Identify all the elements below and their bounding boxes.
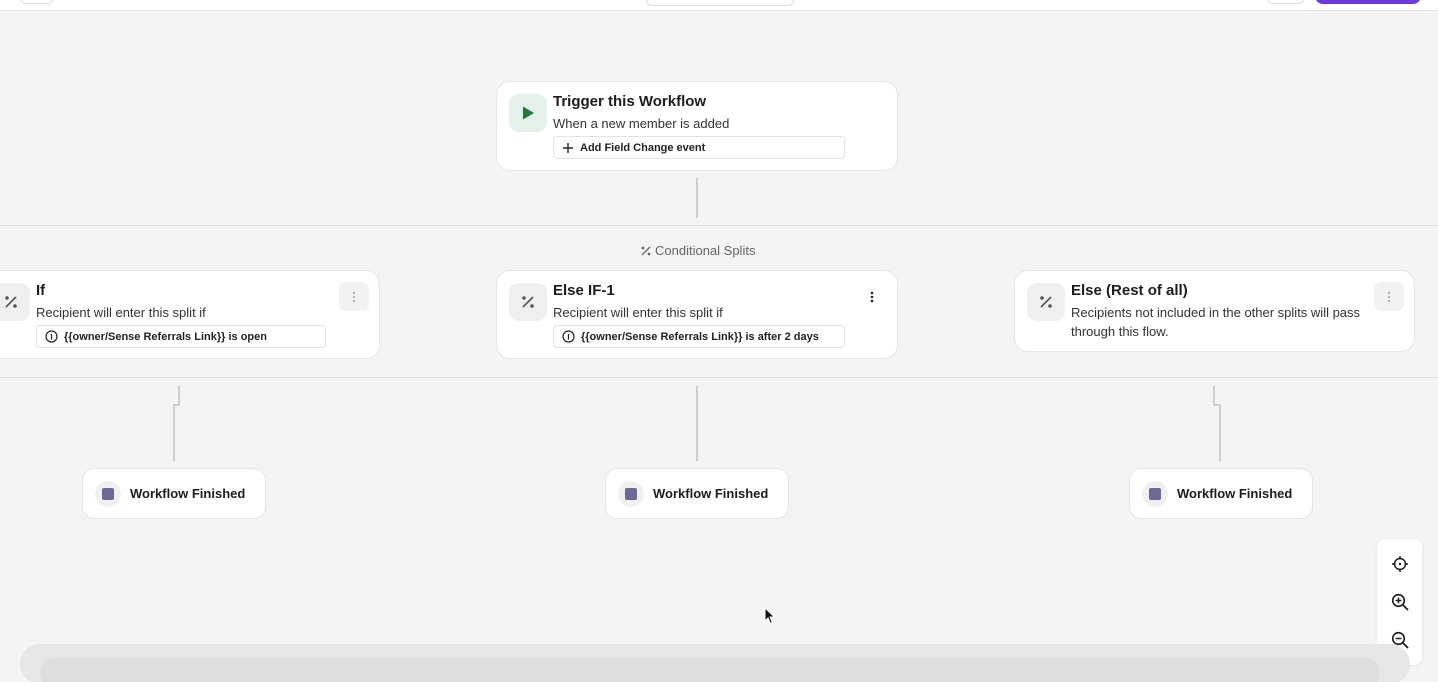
connector-line	[1219, 404, 1221, 461]
mouse-cursor-icon	[764, 606, 776, 630]
connector-line	[178, 386, 180, 405]
if-split-card[interactable]: If Recipient will enter this split if {{…	[0, 270, 380, 359]
recenter-icon[interactable]	[1386, 550, 1413, 577]
else-split-card[interactable]: Else (Rest of all) Recipients not includ…	[1014, 270, 1415, 352]
workflow-finished-node-right[interactable]: Workflow Finished	[1129, 468, 1313, 519]
trigger-subtitle: When a new member is added	[553, 116, 730, 131]
bottom-panel-edge-inner	[40, 658, 1380, 682]
splits-band-bottom	[0, 377, 1438, 378]
if-split-more-icon[interactable]	[339, 282, 369, 311]
if-split-condition[interactable]: {{owner/Sense Referrals Link}} is open	[36, 325, 326, 348]
toolbar-secondary-button[interactable]	[1267, 0, 1305, 4]
workflow-finished-label: Workflow Finished	[130, 486, 246, 501]
add-field-change-event-label: Add Field Change event	[580, 141, 706, 154]
conditional-splits-label: Conditional Splits	[640, 243, 755, 258]
info-icon	[45, 330, 58, 343]
publish-button[interactable]	[1315, 0, 1421, 4]
connector-line	[173, 404, 175, 461]
connector-line	[696, 386, 698, 461]
split-percent-icon	[0, 283, 30, 321]
workflow-name-field[interactable]	[646, 0, 794, 6]
play-icon	[509, 94, 547, 132]
else-split-more-icon[interactable]	[1374, 282, 1404, 311]
else-split-title: Else (Rest of all)	[1071, 282, 1188, 299]
conditional-splits-text: Conditional Splits	[655, 243, 756, 258]
trigger-card[interactable]: Trigger this Workflow When a new member …	[496, 81, 898, 171]
splits-band-top	[0, 225, 1438, 226]
workflow-finished-node-center[interactable]: Workflow Finished	[605, 468, 789, 519]
else-split-subtitle-line2: through this flow.	[1071, 324, 1169, 339]
if-split-condition-text: {{owner/Sense Referrals Link}} is open	[64, 330, 267, 343]
if-split-title: If	[36, 282, 46, 299]
workflow-finished-node-left[interactable]: Workflow Finished	[82, 468, 266, 519]
stop-icon	[95, 481, 121, 507]
else-if-split-condition-text: {{owner/Sense Referrals Link}} is after …	[581, 330, 819, 343]
zoom-in-icon[interactable]	[1386, 588, 1413, 615]
back-button[interactable]	[20, 0, 54, 4]
percent-icon	[640, 245, 652, 257]
connector-line	[1213, 386, 1215, 405]
top-toolbar	[0, 0, 1438, 11]
else-if-split-subtitle: Recipient will enter this split if	[553, 305, 723, 320]
plus-icon	[562, 142, 574, 154]
stop-icon	[618, 481, 644, 507]
workflow-finished-label: Workflow Finished	[1177, 486, 1293, 501]
workflow-finished-label: Workflow Finished	[653, 486, 769, 501]
else-if-split-card[interactable]: Else IF-1 Recipient will enter this spli…	[496, 270, 898, 359]
else-if-split-title: Else IF-1	[553, 282, 615, 299]
split-percent-icon	[1027, 283, 1065, 321]
else-split-subtitle-line1: Recipients not included in the other spl…	[1071, 305, 1361, 320]
else-if-split-more-icon[interactable]	[857, 282, 887, 311]
workflow-canvas[interactable]: Trigger this Workflow When a new member …	[0, 11, 1438, 682]
info-icon	[562, 330, 575, 343]
else-if-split-condition[interactable]: {{owner/Sense Referrals Link}} is after …	[553, 325, 845, 348]
connector-line	[696, 178, 698, 218]
if-split-subtitle: Recipient will enter this split if	[36, 305, 206, 320]
stop-icon	[1142, 481, 1168, 507]
split-percent-icon	[509, 283, 547, 321]
add-field-change-event-button[interactable]: Add Field Change event	[553, 136, 845, 159]
trigger-title: Trigger this Workflow	[553, 93, 707, 110]
